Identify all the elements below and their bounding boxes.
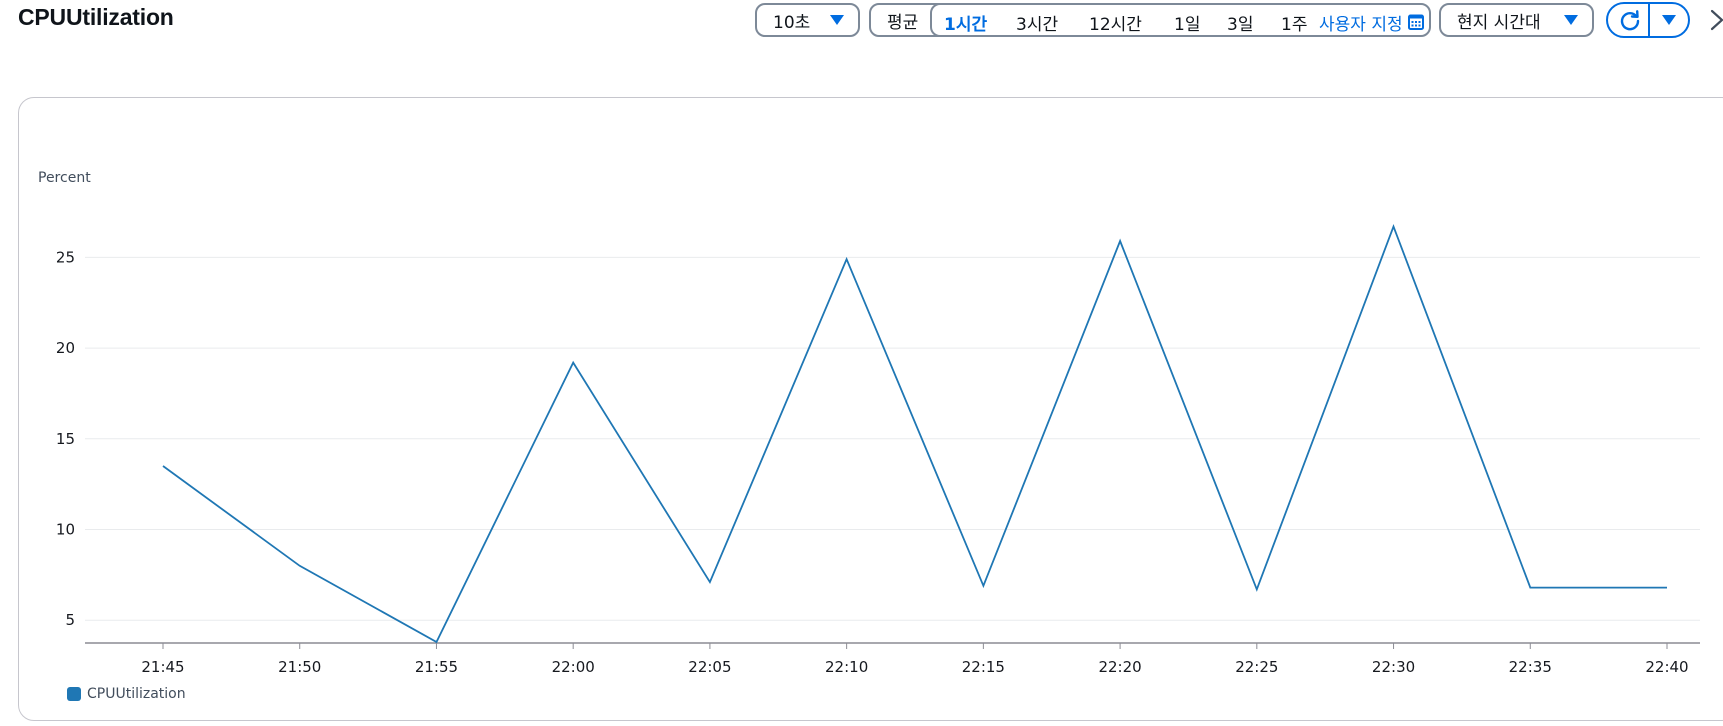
y-tick-label: 15 bbox=[56, 430, 75, 448]
chart-legend[interactable]: CPUUtilization bbox=[67, 686, 186, 702]
x-tick-label: 22:15 bbox=[962, 658, 1005, 676]
x-tick-label: 21:45 bbox=[141, 658, 184, 676]
y-tick-label: 20 bbox=[56, 339, 75, 357]
y-axis-unit-label: Percent bbox=[38, 170, 91, 186]
x-tick-label: 22:30 bbox=[1372, 658, 1415, 676]
x-tick-label: 22:05 bbox=[688, 658, 731, 676]
legend-swatch bbox=[67, 687, 81, 701]
cpu-line-chart: 5 10 15 20 25 21:45 21:50 21:55 22:00 22:05 22:10 2… bbox=[56, 223, 1700, 676]
x-tick-label: 21:50 bbox=[278, 658, 321, 676]
legend-label: CPUUtilization bbox=[87, 686, 186, 702]
x-tick-label: 22:40 bbox=[1645, 658, 1688, 676]
x-tick-label: 21:55 bbox=[415, 658, 458, 676]
y-tick-label: 25 bbox=[56, 248, 75, 266]
y-tick-label: 5 bbox=[65, 611, 75, 629]
series-line bbox=[162, 223, 1667, 644]
x-tick-label: 22:35 bbox=[1509, 658, 1552, 676]
x-tick-label: 22:25 bbox=[1235, 658, 1278, 676]
x-tick-label: 22:20 bbox=[1098, 658, 1141, 676]
x-tick-label: 22:00 bbox=[552, 658, 595, 676]
y-tick-label: 10 bbox=[56, 521, 75, 539]
x-tick-label: 22:10 bbox=[825, 658, 868, 676]
